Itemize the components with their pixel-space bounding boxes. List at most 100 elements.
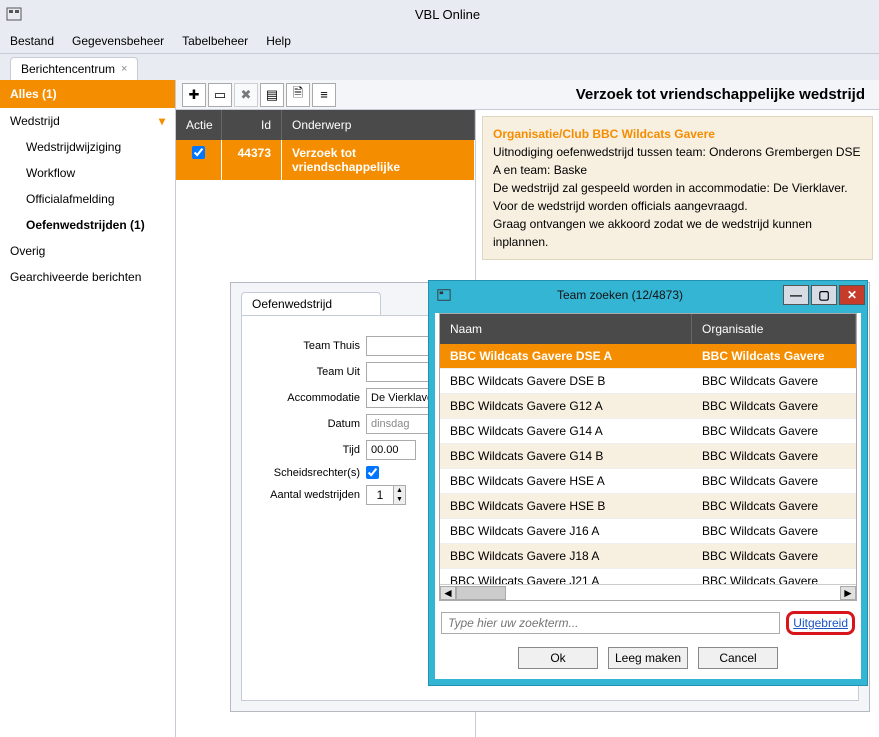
save-button[interactable]: ▭: [208, 83, 232, 107]
cell-naam: BBC Wildcats Gavere HSE B: [440, 494, 692, 518]
col-header-onderwerp[interactable]: Onderwerp: [282, 110, 475, 140]
minimize-button[interactable]: —: [783, 285, 809, 305]
menu-help[interactable]: Help: [266, 34, 291, 48]
add-button[interactable]: ✚: [182, 83, 206, 107]
cell-organisatie: BBC Wildcats Gavere: [692, 444, 856, 468]
sidebar-group-wedstrijd[interactable]: Wedstrijd ▾: [0, 108, 175, 134]
scroll-right-icon[interactable]: ►: [840, 586, 856, 600]
list-row[interactable]: BBC Wildcats Gavere G14 ABBC Wildcats Ga…: [440, 419, 856, 444]
aantal-stepper[interactable]: 1 ▲ ▼: [366, 485, 406, 505]
menubar: Bestand Gegevensbeheer Tabelbeheer Help: [0, 28, 879, 54]
uitgebreid-link[interactable]: Uitgebreid: [793, 616, 848, 630]
cell-naam: BBC Wildcats Gavere J18 A: [440, 544, 692, 568]
sidebar-item-oefenwedstrijden[interactable]: Oefenwedstrijden (1): [0, 212, 175, 238]
list-row[interactable]: BBC Wildcats Gavere J16 ABBC Wildcats Ga…: [440, 519, 856, 544]
list-row[interactable]: BBC Wildcats Gavere HSE ABBC Wildcats Ga…: [440, 469, 856, 494]
dialog-body: Naam Organisatie BBC Wildcats Gavere DSE…: [435, 313, 861, 679]
scroll-left-icon[interactable]: ◄: [440, 586, 456, 600]
sidebar-item-label: Gearchiveerde berichten: [10, 270, 141, 284]
sidebar-item-workflow[interactable]: Workflow: [0, 160, 175, 186]
cancel-button[interactable]: ✖: [234, 83, 258, 107]
document-button[interactable]: 🗎: [286, 83, 310, 107]
close-tab-icon[interactable]: ×: [121, 63, 127, 75]
list-body[interactable]: BBC Wildcats Gavere DSE ABBC Wildcats Ga…: [440, 344, 856, 584]
msg-line: Uitnodiging oefenwedstrijd tussen team: …: [493, 143, 862, 179]
spin-down-icon[interactable]: ▼: [393, 495, 405, 504]
cell-organisatie: BBC Wildcats Gavere: [692, 519, 856, 543]
cell-naam: BBC Wildcats Gavere G12 A: [440, 394, 692, 418]
cell-naam: BBC Wildcats Gavere HSE A: [440, 469, 692, 493]
uitgebreid-highlight: Uitgebreid: [786, 611, 855, 635]
message-box: Organisatie/Club BBC Wildcats Gavere Uit…: [482, 116, 873, 260]
label-accommodatie: Accommodatie: [256, 392, 366, 404]
menu-tabelbeheer[interactable]: Tabelbeheer: [182, 34, 248, 48]
tijd-field[interactable]: [366, 440, 416, 460]
sidebar-group-label: Wedstrijd: [10, 114, 60, 128]
notes-button[interactable]: ▤: [260, 83, 284, 107]
scheidsrechter-checkbox[interactable]: [366, 466, 379, 479]
msg-line: Voor de wedstrijd worden officials aange…: [493, 197, 862, 215]
tab-oefenwedstrijd[interactable]: Oefenwedstrijd: [241, 292, 381, 315]
spin-up-icon[interactable]: ▲: [393, 486, 405, 495]
list-row[interactable]: BBC Wildcats Gavere DSE ABBC Wildcats Ga…: [440, 344, 856, 369]
scroll-thumb[interactable]: [456, 586, 506, 600]
grid-row[interactable]: 44373 Verzoek tot vriendschappelijke: [176, 140, 475, 181]
maximize-button[interactable]: ▢: [811, 285, 837, 305]
label-scheidsrechter: Scheidsrechter(s): [256, 467, 366, 479]
col-naam[interactable]: Naam: [440, 314, 692, 344]
list-row[interactable]: BBC Wildcats Gavere DSE BBBC Wildcats Ga…: [440, 369, 856, 394]
sidebar-item-wedstrijdwijziging[interactable]: Wedstrijdwijziging: [0, 134, 175, 160]
grid-header: Actie Id Onderwerp: [176, 110, 475, 140]
titlebar: VBL Online: [0, 0, 879, 28]
leegmaken-button[interactable]: Leeg maken: [608, 647, 688, 669]
msg-line: De wedstrijd zal gespeeld worden in acco…: [493, 179, 862, 197]
tab-label: Berichtencentrum: [21, 62, 115, 76]
row-onderwerp: Verzoek tot vriendschappelijke: [282, 140, 475, 180]
team-list: Naam Organisatie BBC Wildcats Gavere DSE…: [439, 313, 857, 601]
col-header-id[interactable]: Id: [222, 110, 282, 140]
app-icon: [6, 6, 22, 22]
team-zoeken-dialog: Team zoeken (12/4873) — ▢ ✕ Naam Organis…: [428, 280, 868, 686]
datum-field[interactable]: [366, 414, 436, 434]
dialog-buttons: Ok Leeg maken Cancel: [435, 641, 861, 679]
list-row[interactable]: BBC Wildcats Gavere J21 ABBC Wildcats Ga…: [440, 569, 856, 584]
page-title: Verzoek tot vriendschappelijke wedstrijd: [576, 86, 873, 103]
list-row[interactable]: BBC Wildcats Gavere J18 ABBC Wildcats Ga…: [440, 544, 856, 569]
close-button[interactable]: ✕: [839, 285, 865, 305]
list-row[interactable]: BBC Wildcats Gavere HSE BBBC Wildcats Ga…: [440, 494, 856, 519]
col-organisatie[interactable]: Organisatie: [692, 314, 856, 344]
cell-naam: BBC Wildcats Gavere DSE A: [440, 344, 692, 368]
dialog-icon: [437, 288, 451, 302]
cell-organisatie: BBC Wildcats Gavere: [692, 344, 856, 368]
cell-naam: BBC Wildcats Gavere J16 A: [440, 519, 692, 543]
cell-organisatie: BBC Wildcats Gavere: [692, 494, 856, 518]
ok-button[interactable]: Ok: [518, 647, 598, 669]
toolbar: ✚ ▭ ✖ ▤ 🗎 ≡ Verzoek tot vriendschappelij…: [176, 80, 879, 110]
list-row[interactable]: BBC Wildcats Gavere G14 BBBC Wildcats Ga…: [440, 444, 856, 469]
col-header-actie[interactable]: Actie: [176, 110, 222, 140]
tab-berichtencentrum[interactable]: Berichtencentrum ×: [10, 57, 138, 80]
aantal-value: 1: [367, 488, 393, 502]
search-row: Uitgebreid: [435, 605, 861, 641]
sidebar-all[interactable]: Alles (1): [0, 80, 175, 108]
label-team-thuis: Team Thuis: [256, 340, 366, 352]
menu-bestand[interactable]: Bestand: [10, 34, 54, 48]
more-button[interactable]: ≡: [312, 83, 336, 107]
window-title: VBL Online: [22, 7, 873, 22]
dialog-title: Team zoeken (12/4873): [459, 288, 781, 302]
sidebar-group-overig[interactable]: Overig: [0, 238, 175, 264]
cell-organisatie: BBC Wildcats Gavere: [692, 394, 856, 418]
search-input[interactable]: [441, 612, 780, 634]
dialog-titlebar[interactable]: Team zoeken (12/4873) — ▢ ✕: [429, 281, 867, 309]
sidebar-item-officialafmelding[interactable]: Officialafmelding: [0, 186, 175, 212]
horizontal-scrollbar[interactable]: ◄ ►: [440, 584, 856, 600]
row-action-checkbox[interactable]: [192, 146, 205, 159]
sidebar-item-archief[interactable]: Gearchiveerde berichten: [0, 264, 175, 290]
label-datum: Datum: [256, 418, 366, 430]
list-row[interactable]: BBC Wildcats Gavere G12 ABBC Wildcats Ga…: [440, 394, 856, 419]
cell-organisatie: BBC Wildcats Gavere: [692, 369, 856, 393]
cancel-button[interactable]: Cancel: [698, 647, 778, 669]
msg-org: Organisatie/Club BBC Wildcats Gavere: [493, 125, 862, 143]
msg-line: Graag ontvangen we akkoord zodat we de w…: [493, 215, 862, 251]
menu-gegevensbeheer[interactable]: Gegevensbeheer: [72, 34, 164, 48]
